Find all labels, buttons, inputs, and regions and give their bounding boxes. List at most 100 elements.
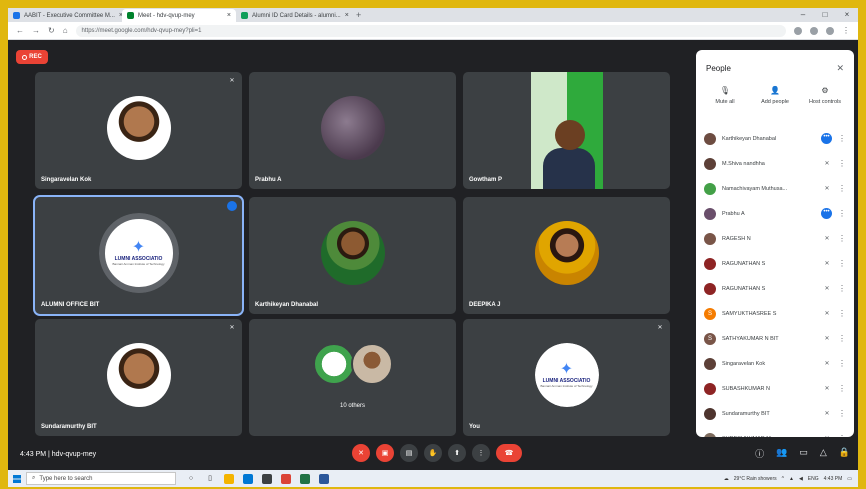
mic-off-icon[interactable]: ✕	[822, 260, 832, 267]
present-button[interactable]: ⬆	[448, 444, 466, 462]
add-people-button[interactable]: 👤 Add people	[752, 86, 798, 122]
minimize-button[interactable]: –	[792, 8, 814, 21]
url-field[interactable]: https://meet.google.com/hdv-qvup-mey?pli…	[75, 24, 786, 37]
participant-row[interactable]: Singaravelan Kok ✕ ⋮	[696, 351, 854, 376]
participant-more-icon[interactable]: ⋮	[838, 134, 846, 143]
mic-off-icon[interactable]: ✕	[822, 435, 832, 437]
new-tab-button[interactable]: +	[350, 9, 367, 22]
participant-more-icon[interactable]: ⋮	[838, 309, 846, 318]
participant-more-icon[interactable]: ⋮	[838, 159, 846, 168]
clock[interactable]: 4:43 PM	[824, 476, 843, 482]
taskbar-search[interactable]: ⌕ Type here to search	[26, 472, 176, 485]
lock-icon[interactable]: 🔒	[839, 447, 850, 460]
participant-tile[interactable]: DEEPIKA J	[463, 197, 670, 314]
mic-off-icon[interactable]: ✕	[822, 285, 832, 292]
maximize-button[interactable]: □	[814, 8, 836, 21]
file-explorer-icon[interactable]	[224, 473, 234, 484]
participant-tile-pinned[interactable]: ✦ LUMNI ASSOCIATIO Bannari Amman Institu…	[33, 195, 244, 316]
notification-icon[interactable]: ▭	[847, 476, 852, 482]
participant-more-icon[interactable]: ⋮	[838, 209, 846, 218]
chat-icon[interactable]: ▭	[799, 447, 808, 460]
close-panel-icon[interactable]: ✕	[836, 63, 844, 74]
home-icon[interactable]: ⌂	[63, 26, 68, 35]
bookmark-icon[interactable]	[810, 26, 818, 35]
self-tile[interactable]: ✦ LUMNI ASSOCIATIO Bannari Amman Institu…	[463, 319, 670, 436]
mic-off-icon[interactable]: ✕	[822, 385, 832, 392]
reload-icon[interactable]: ↻	[48, 26, 55, 35]
close-tab-icon[interactable]: ×	[345, 12, 349, 19]
info-icon[interactable]: ⓘ	[755, 447, 764, 460]
participant-more-icon[interactable]: ⋮	[838, 284, 846, 293]
captions-button[interactable]: ▤	[400, 444, 418, 462]
participant-more-icon[interactable]: ⋮	[838, 259, 846, 268]
end-call-button[interactable]: ☎	[496, 444, 522, 462]
store-icon[interactable]	[262, 473, 272, 484]
back-icon[interactable]: ←	[16, 26, 24, 35]
participant-more-icon[interactable]: ⋮	[838, 359, 846, 368]
participant-row[interactable]: Namachivayam Muthusa... ✕ ⋮	[696, 176, 854, 201]
close-tab-icon[interactable]: ×	[227, 12, 231, 19]
mic-off-icon[interactable]: ✕	[822, 335, 832, 342]
browser-tab[interactable]: Alumni ID Card Details - alumni... ×	[236, 9, 350, 22]
word-icon[interactable]	[319, 473, 329, 484]
browser-tab-active[interactable]: Meet - hdv-qvup-mey ×	[122, 9, 236, 22]
participant-row[interactable]: SUBASHKUMAR N ✕ ⋮	[696, 376, 854, 401]
mic-off-icon[interactable]: ✕	[822, 160, 832, 167]
profile-avatar[interactable]	[826, 26, 834, 35]
browser-tab[interactable]: AABIT - Executive Committee M... ×	[8, 9, 122, 22]
mic-off-icon[interactable]: ✕	[822, 360, 832, 367]
excel-icon[interactable]	[300, 473, 310, 484]
volume-icon[interactable]: ◀	[799, 476, 803, 482]
speaking-indicator-icon[interactable]: •••	[821, 133, 832, 144]
participant-row[interactable]: Prabhu A ••• ⋮	[696, 201, 854, 226]
participant-tile[interactable]: ✕ Singaravelan Kok	[35, 72, 242, 189]
people-icon[interactable]: 👥	[776, 447, 787, 460]
participant-list-name: RAGUNATHAN S	[722, 285, 766, 292]
chrome-icon[interactable]	[281, 473, 291, 484]
participant-more-icon[interactable]: ⋮	[838, 434, 846, 437]
mic-off-icon[interactable]: ✕	[822, 310, 832, 317]
participant-row[interactable]: S SATHYAKUMAR N BIT ✕ ⋮	[696, 326, 854, 351]
mic-off-button[interactable]: ✕	[352, 444, 370, 462]
participant-row[interactable]: M.Shiva nandhha ✕ ⋮	[696, 151, 854, 176]
participant-tile[interactable]: ✕ Sundaramurthy BIT	[35, 319, 242, 436]
participant-row[interactable]: SURESHKUMAR M ✕ ⋮	[696, 426, 854, 437]
tray-arrow-icon[interactable]: ^	[782, 476, 784, 482]
participant-more-icon[interactable]: ⋮	[838, 409, 846, 418]
forward-icon[interactable]: →	[32, 26, 40, 35]
participant-row[interactable]: Sundaramurthy BIT ✕ ⋮	[696, 401, 854, 426]
raise-hand-button[interactable]: ✋	[424, 444, 442, 462]
cortana-icon[interactable]: ○	[186, 474, 196, 484]
mic-off-icon[interactable]: ✕	[822, 185, 832, 192]
participant-row[interactable]: Karthikeyan Dhanabal ••• ⋮	[696, 126, 854, 151]
mic-off-icon[interactable]: ✕	[822, 235, 832, 242]
language-indicator[interactable]: ENG	[808, 476, 819, 482]
participant-row[interactable]: RAGUNATHAN S ✕ ⋮	[696, 251, 854, 276]
participant-tile[interactable]: Prabhu A	[249, 72, 456, 189]
camera-off-button[interactable]: ▣	[376, 444, 394, 462]
participant-more-icon[interactable]: ⋮	[838, 184, 846, 193]
mute-all-button[interactable]: 🎙︎ Mute all	[702, 86, 748, 122]
more-options-button[interactable]: ⋮	[472, 444, 490, 462]
extension-icon[interactable]	[794, 26, 802, 35]
close-window-button[interactable]: ×	[836, 8, 858, 21]
participant-row[interactable]: RAGESH N ✕ ⋮	[696, 226, 854, 251]
weather-text[interactable]: 29°C Rain showers	[734, 476, 777, 482]
participant-more-icon[interactable]: ⋮	[838, 384, 846, 393]
edge-icon[interactable]	[243, 473, 253, 484]
activities-icon[interactable]: △	[820, 447, 827, 460]
host-controls-button[interactable]: ⚙ Host controls	[802, 86, 848, 122]
start-button[interactable]	[8, 470, 26, 487]
task-view-icon[interactable]: ▯	[205, 474, 215, 484]
mic-off-icon[interactable]: ✕	[822, 410, 832, 417]
participant-row[interactable]: S SAMYUKTHASREE S ✕ ⋮	[696, 301, 854, 326]
others-tile[interactable]: 10 others	[249, 319, 456, 436]
participant-more-icon[interactable]: ⋮	[838, 334, 846, 343]
participant-tile[interactable]: Karthikeyan Dhanabal	[249, 197, 456, 314]
participant-tile[interactable]: Gowtham P	[463, 72, 670, 189]
participant-row[interactable]: RAGUNATHAN S ✕ ⋮	[696, 276, 854, 301]
browser-menu-icon[interactable]: ⋮	[842, 26, 850, 35]
participant-more-icon[interactable]: ⋮	[838, 234, 846, 243]
network-icon[interactable]: ▲	[789, 476, 794, 482]
speaking-indicator-icon[interactable]: •••	[821, 208, 832, 219]
